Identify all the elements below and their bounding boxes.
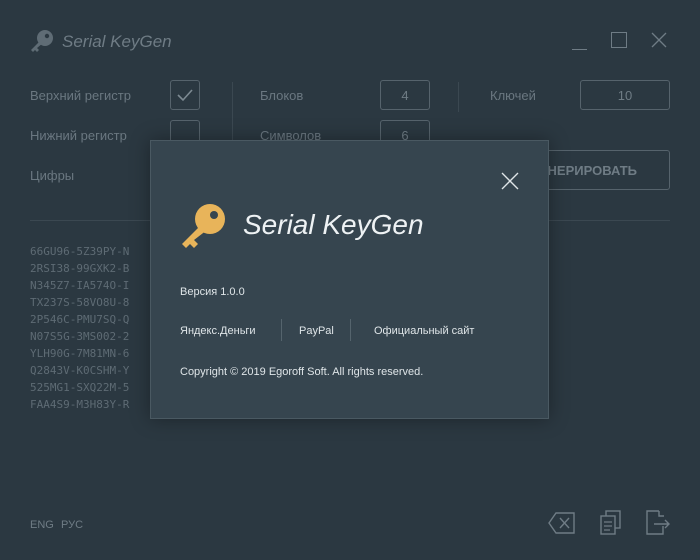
divider: [350, 319, 351, 341]
official-site-link[interactable]: Официальный сайт: [374, 325, 474, 337]
about-title: Serial KeyGen: [243, 209, 424, 240]
key-icon: [182, 204, 225, 248]
about-dialog: Serial KeyGen Версия 1.0.0 Яндекс.Деньги…: [150, 140, 549, 419]
version-text: Версия 1.0.0: [180, 286, 245, 298]
dialog-close-icon[interactable]: [501, 172, 519, 190]
divider: [281, 319, 282, 341]
copyright-text: Copyright © 2019 Egoroff Soft. All right…: [180, 366, 424, 378]
paypal-link[interactable]: PayPal: [299, 325, 334, 337]
yandex-money-link[interactable]: Яндекс.Деньги: [180, 325, 256, 337]
